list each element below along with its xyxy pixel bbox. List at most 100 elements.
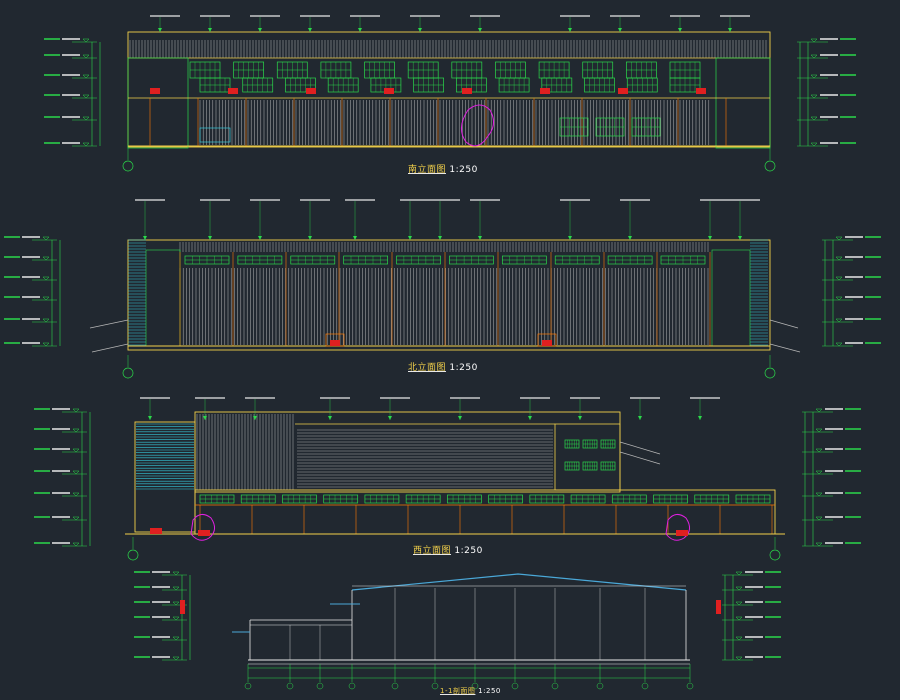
north-elevation-title-text: 北立面图 (408, 363, 447, 373)
axis-circle (764, 160, 776, 172)
axis-circle (764, 367, 776, 379)
level-triangle (735, 601, 743, 606)
north-elevation-drawing (4, 199, 881, 379)
ramp-line (91, 343, 801, 353)
right-glazing-curtain (750, 239, 768, 346)
right-stair-block (715, 57, 771, 149)
left-tower (134, 421, 196, 533)
axis-circle (769, 549, 781, 561)
level-triangle (815, 470, 823, 475)
right-level-marks (797, 38, 856, 147)
leader-arrow (208, 28, 212, 32)
roof-truss (351, 573, 687, 591)
axis-circle (641, 682, 649, 690)
level-triangle (82, 116, 90, 121)
left-level-marks (134, 571, 191, 661)
left-stair-block (145, 249, 181, 347)
level-triangle (735, 586, 743, 591)
level-triangle (735, 616, 743, 621)
level-triangle (172, 656, 180, 661)
axis-circle (511, 682, 519, 690)
level-triangle (835, 296, 843, 301)
left-level-marks (44, 38, 101, 147)
axis-circle (244, 682, 252, 690)
leader-arrow (578, 416, 582, 420)
leader-arrow (618, 28, 622, 32)
level-triangle (815, 516, 823, 521)
axis-circle (127, 549, 139, 561)
leader-arrow (158, 28, 162, 32)
upper-block (554, 423, 621, 491)
level-triangle (82, 54, 90, 59)
level-triangle (72, 428, 80, 433)
south-elevation-scale: 1:250 (449, 165, 478, 175)
west-elevation-scale: 1:250 (454, 546, 483, 556)
axis-bubble-right (764, 148, 776, 172)
axis-circle (551, 682, 559, 690)
right-level-marks (802, 408, 861, 547)
red-marker (150, 528, 162, 534)
red-marker (696, 88, 706, 94)
upper-block-windows (564, 439, 616, 449)
axis-circle (431, 682, 439, 690)
level-triangle (810, 54, 818, 59)
leader-arrow (388, 416, 392, 420)
leader-arrow (728, 28, 732, 32)
leader-arrow (478, 28, 482, 32)
leader-arrow (308, 28, 312, 32)
west-elevation-title-text: 西立面图 (413, 546, 452, 556)
level-triangle (42, 296, 50, 301)
level-triangle (835, 342, 843, 347)
level-triangle (172, 601, 180, 606)
north-elevation-title: 北立面图 1:250 (408, 360, 478, 373)
leader-arrow (438, 236, 442, 240)
level-triangle (72, 516, 80, 521)
red-marker (542, 340, 552, 346)
axis-bubble-left (122, 355, 134, 379)
leader-arrow (258, 28, 262, 32)
level-triangle (810, 74, 818, 79)
leader-arrow (568, 28, 572, 32)
leader-arrow (353, 236, 357, 240)
level-triangle (42, 318, 50, 323)
roof-parapet-cladding (129, 40, 767, 58)
axis-bubble-left (122, 148, 134, 172)
right-stair-block (711, 249, 751, 347)
level-triangle (815, 428, 823, 433)
level-triangle (82, 74, 90, 79)
leader-arrow (738, 236, 742, 240)
red-marker (306, 88, 316, 94)
axis-circle (316, 682, 324, 690)
level-triangle (735, 636, 743, 641)
level-triangle (72, 448, 80, 453)
section-drawing (134, 571, 781, 690)
axis-circle (391, 682, 399, 690)
red-marker (676, 530, 688, 536)
red-marker (716, 600, 721, 614)
south-elevation-drawing (44, 15, 856, 172)
roof-canopy (619, 441, 661, 465)
leader-arrow (143, 236, 147, 240)
leader-arrow (638, 416, 642, 420)
top-annotations (135, 199, 760, 240)
leader-arrow (208, 236, 212, 240)
section-scale: 1:250 (478, 687, 501, 695)
red-marker (330, 340, 340, 346)
axis-circle (348, 682, 356, 690)
level-triangle (835, 236, 843, 241)
tower-glazing (136, 423, 194, 490)
west-elevation-drawing (34, 397, 861, 561)
level-triangle (82, 94, 90, 99)
level-triangle (172, 586, 180, 591)
main-volume-cladding-left (196, 414, 294, 490)
red-marker (384, 88, 394, 94)
level-triangle (172, 571, 180, 576)
leader-arrow (253, 416, 257, 420)
leader-arrow (698, 416, 702, 420)
level-triangle (82, 38, 90, 43)
level-triangle (735, 571, 743, 576)
revision-cloud (665, 514, 690, 541)
axis-circle (686, 682, 694, 690)
lower-volume (194, 489, 776, 535)
level-triangle (810, 38, 818, 43)
